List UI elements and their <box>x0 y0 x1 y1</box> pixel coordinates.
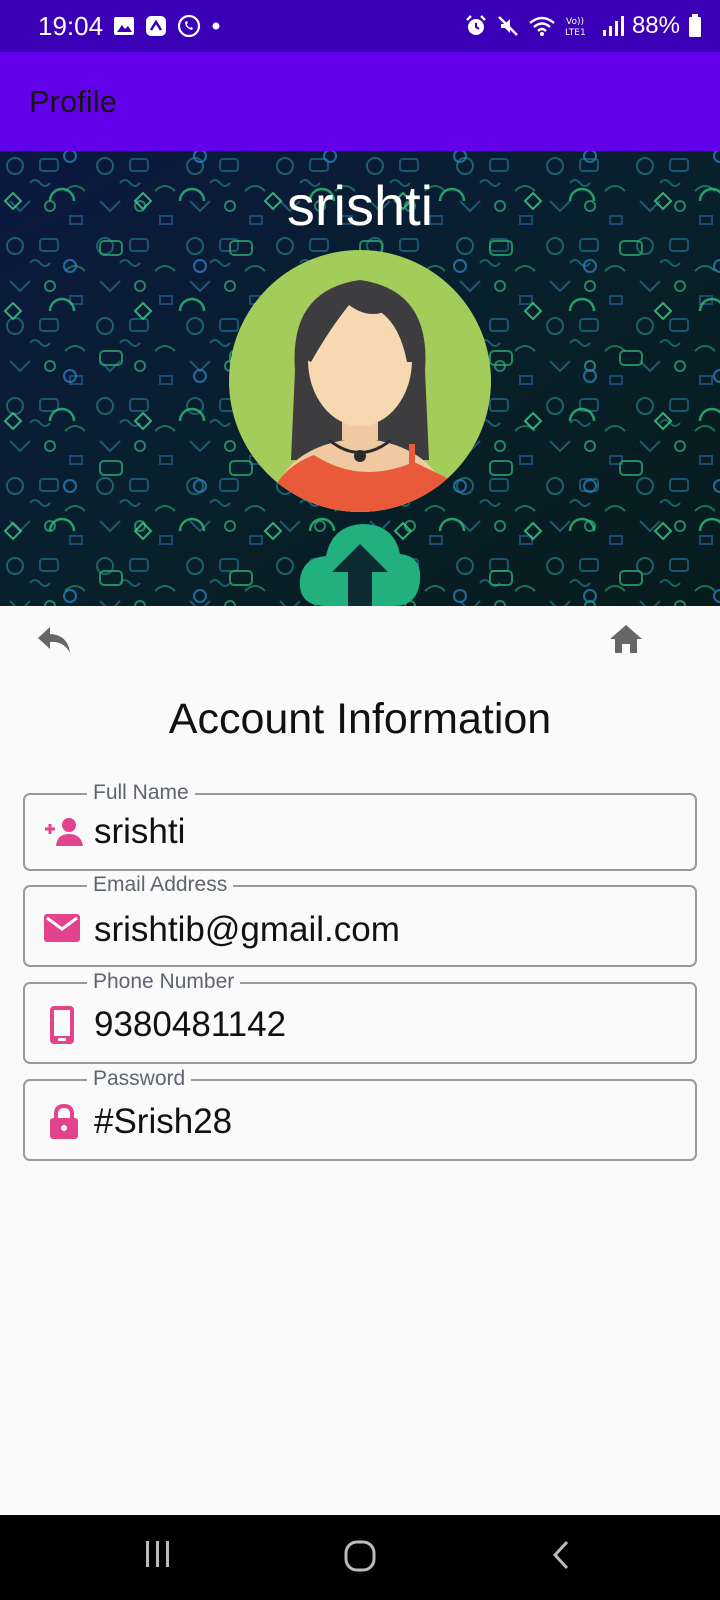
password-value: #Srish28 <box>94 1102 233 1141</box>
phone-label: Phone Number <box>87 970 241 994</box>
app-bar-title: Profile <box>29 83 117 119</box>
email-value: srishtib@gmail.com <box>94 910 400 949</box>
full-name-label: Full Name <box>87 781 195 805</box>
mute-icon <box>496 14 520 38</box>
home-icon[interactable] <box>609 624 643 654</box>
full-name-field[interactable]: Full Name srishti <box>23 781 697 871</box>
email-field[interactable]: Email Address srishtib@gmail.com <box>23 873 697 967</box>
mail-icon <box>44 914 80 942</box>
avatar-woman-icon[interactable] <box>229 250 491 512</box>
whatsapp-icon <box>177 14 201 38</box>
app-icon <box>145 15 167 37</box>
status-time: 19:04 <box>38 10 104 41</box>
password-field[interactable]: Password #Srish28 <box>23 1067 697 1161</box>
password-label: Password <box>87 1067 192 1091</box>
section-title: Account Information <box>168 695 552 743</box>
lock-icon <box>50 1104 78 1139</box>
status-bar: 19:04 Vo)) LTE1 88% <box>0 0 720 52</box>
system-nav-bar <box>0 1515 720 1600</box>
volte-icon: Vo)) LTE1 <box>564 14 594 38</box>
alarm-icon <box>464 14 488 38</box>
profile-header: srishti <box>0 151 720 606</box>
signal-icon <box>602 15 624 37</box>
email-label: Email Address <box>87 873 234 897</box>
app-bar: Profile <box>0 52 720 151</box>
phone-icon <box>50 1006 74 1044</box>
phone-value: 9380481142 <box>94 1005 287 1044</box>
battery-icon <box>688 14 702 38</box>
dot-icon <box>211 21 221 31</box>
gallery-icon <box>113 16 135 36</box>
svg-text:Vo)): Vo)) <box>566 17 584 27</box>
wifi-icon <box>528 15 556 37</box>
full-name-value: srishti <box>94 812 186 851</box>
profile-user-name: srishti <box>286 174 434 237</box>
svg-text:LTE1: LTE1 <box>565 28 586 38</box>
person-add-icon <box>45 818 83 846</box>
cloud-upload-icon[interactable] <box>298 518 422 606</box>
home-circle-icon[interactable] <box>343 1539 377 1573</box>
phone-field[interactable]: Phone Number 9380481142 <box>23 970 697 1064</box>
reply-arrow-icon[interactable] <box>36 625 72 655</box>
back-chevron-icon[interactable] <box>551 1539 571 1571</box>
recents-icon[interactable] <box>143 1539 173 1569</box>
battery-percent: 88% <box>631 12 680 39</box>
